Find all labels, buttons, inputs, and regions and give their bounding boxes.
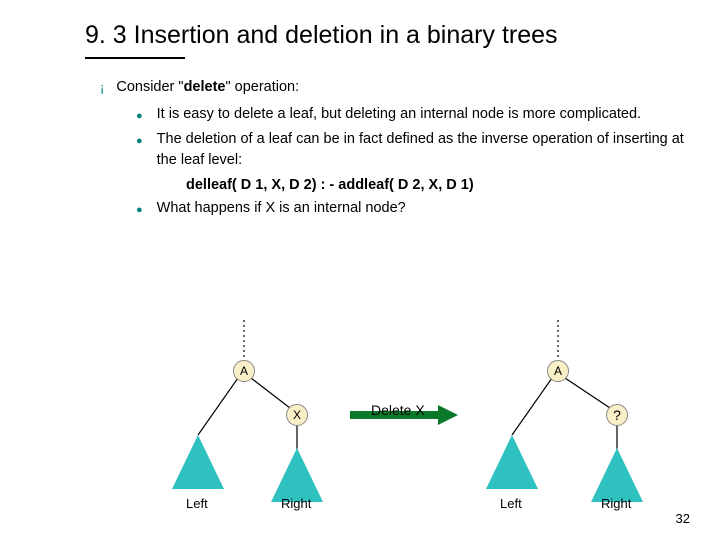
node-a-left: A <box>233 360 255 382</box>
delete-label: Delete X <box>371 402 425 418</box>
code-line: delleaf( D 1, X, D 2) : - addleaf( D 2, … <box>136 175 690 196</box>
intro-pre: Consider " <box>116 79 183 95</box>
slide-content: ¡ Consider "delete" operation: ● It is e… <box>0 59 720 219</box>
list-item: ● The deletion of a leaf can be in fact … <box>136 129 690 171</box>
list-item: ● What happens if X is an internal node? <box>136 198 690 219</box>
triangle-icon <box>591 448 643 502</box>
intro-text: Consider "delete" operation: <box>116 77 299 98</box>
dot-icon: ● <box>136 203 143 219</box>
slide-title: 9. 3 Insertion and deletion in a binary … <box>0 0 720 57</box>
intro-post: " operation: <box>225 79 299 95</box>
dot-icon: ● <box>136 109 143 125</box>
triangle-icon <box>172 435 224 489</box>
hollow-circle-icon: ¡ <box>100 79 104 98</box>
dot-icon: ● <box>136 134 143 150</box>
triangle-icon <box>271 448 323 502</box>
subbullet-list: ● It is easy to delete a leaf, but delet… <box>100 104 690 219</box>
intro-bold: delete <box>184 79 226 95</box>
triangle-icon <box>486 435 538 489</box>
left-label-2: Left <box>500 496 522 511</box>
diagram-area: A X Left Right Delete X A ? Left Right <box>0 320 720 520</box>
bullet-level1: ¡ Consider "delete" operation: <box>100 77 690 98</box>
page-number: 32 <box>676 511 690 526</box>
left-label: Left <box>186 496 208 511</box>
bullet-text: What happens if X is an internal node? <box>157 198 406 219</box>
node-x: X <box>286 404 308 426</box>
bullet-text: The deletion of a leaf can be in fact de… <box>157 129 690 171</box>
right-label: Right <box>281 496 311 511</box>
bullet-text: It is easy to delete a leaf, but deletin… <box>157 104 641 125</box>
right-label-2: Right <box>601 496 631 511</box>
node-a-right: A <box>547 360 569 382</box>
list-item: ● It is easy to delete a leaf, but delet… <box>136 104 690 125</box>
node-question: ? <box>606 404 628 426</box>
